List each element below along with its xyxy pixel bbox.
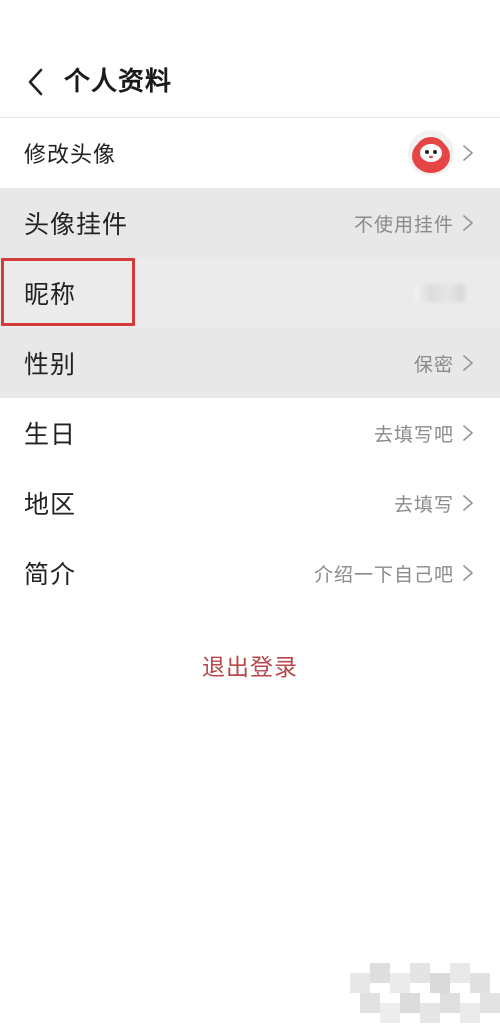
row-value: 保密	[413, 353, 454, 376]
row-nickname[interactable]: 昵称	[0, 258, 500, 328]
row-label: 昵称	[24, 280, 77, 309]
row-label: 性别	[24, 350, 77, 379]
row-edit-avatar[interactable]: 修改头像	[0, 118, 500, 188]
top-bar: 个人资料	[0, 44, 500, 118]
chevron-right-icon	[462, 564, 474, 582]
row-label: 简介	[24, 560, 77, 589]
row-bio[interactable]: 简介 介绍一下自己吧	[0, 538, 500, 608]
chevron-left-icon	[28, 68, 43, 96]
chevron-right-icon	[462, 424, 474, 442]
profile-list: 修改头像 头像挂件 不使用挂件 昵称 性别 保密 生日 去填写吧 地区 去填写 …	[0, 118, 500, 608]
chevron-right-icon	[462, 144, 474, 162]
row-region[interactable]: 地区 去填写	[0, 468, 500, 538]
nickname-blurred-value	[414, 284, 470, 302]
row-label: 地区	[24, 490, 77, 519]
chevron-right-icon	[462, 214, 474, 232]
row-avatar-pendant[interactable]: 头像挂件 不使用挂件	[0, 188, 500, 258]
row-label: 修改头像	[24, 143, 117, 168]
chevron-right-icon	[462, 494, 474, 512]
row-value: 不使用挂件	[353, 213, 454, 236]
row-value: 去填写吧	[373, 423, 454, 446]
row-value: 介绍一下自己吧	[313, 563, 454, 586]
page-title: 个人资料	[64, 67, 173, 97]
logout-button[interactable]: 退出登录	[0, 645, 500, 691]
row-birthday[interactable]: 生日 去填写吧	[0, 398, 500, 468]
back-button[interactable]	[18, 62, 52, 102]
profile-page: 个人资料 修改头像 头像挂件 不使用挂件 昵称 性别 保密 生日 去填写吧 地区…	[0, 0, 500, 1033]
row-gender[interactable]: 性别 保密	[0, 328, 500, 398]
watermark-mosaic	[350, 963, 500, 1023]
row-value: 去填写	[393, 493, 454, 516]
chevron-right-icon	[462, 354, 474, 372]
row-label: 头像挂件	[24, 210, 129, 239]
mascot-avatar-icon	[408, 130, 454, 176]
row-label: 生日	[24, 420, 77, 449]
